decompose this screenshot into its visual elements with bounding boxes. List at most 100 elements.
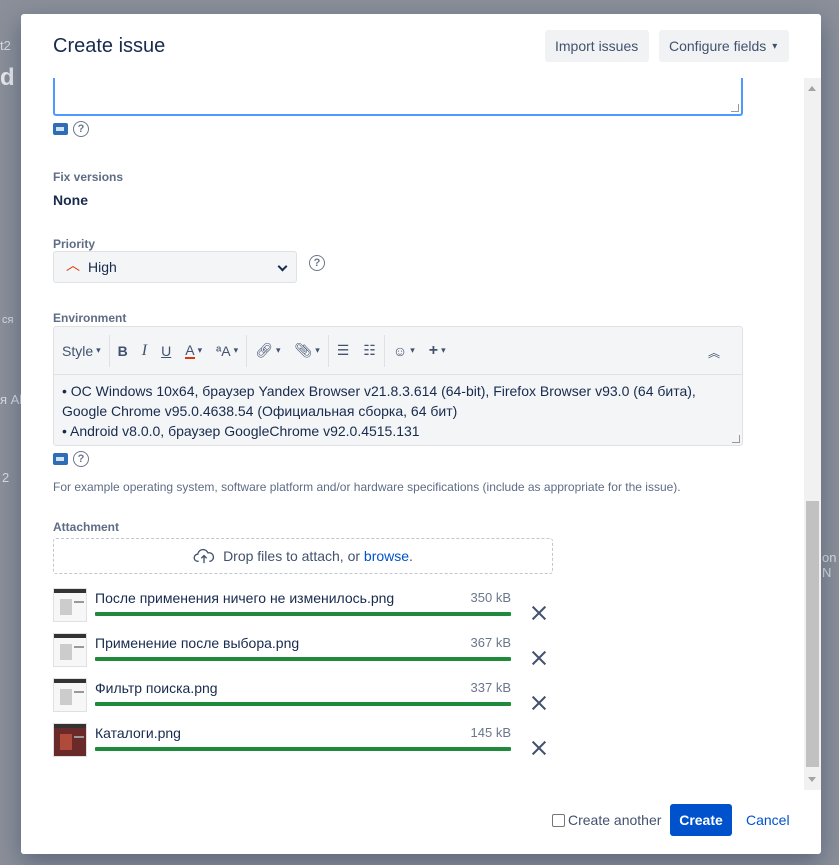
attachment-thumbnail[interactable]	[53, 678, 87, 712]
configure-fields-label: Configure fields	[669, 38, 767, 54]
scroll-up-icon[interactable]	[808, 86, 816, 91]
more-formatting-icon: ªA	[216, 342, 231, 359]
attachment-size: 350 kB	[470, 590, 511, 605]
cloud-upload-icon	[193, 548, 215, 564]
close-icon[interactable]	[531, 695, 547, 711]
background-fragment: on N	[822, 550, 837, 580]
attachment-name[interactable]: Фильтр поиска.png	[95, 680, 218, 696]
insert-more-button[interactable]: + ▾	[429, 342, 446, 360]
scroll-down-icon[interactable]	[808, 777, 816, 782]
collapse-toolbar-icon[interactable]: ︽	[708, 344, 720, 361]
upload-progress-bar	[95, 702, 511, 706]
plus-icon: +	[428, 341, 439, 359]
chevron-down-icon: ▾	[441, 345, 446, 355]
import-issues-label: Import issues	[555, 38, 639, 54]
bold-button[interactable]: B	[118, 343, 128, 359]
style-dropdown[interactable]: Style ▾	[62, 343, 101, 359]
chevron-down-icon: ▾	[315, 345, 320, 355]
text-color-icon: A	[185, 341, 195, 359]
attachment-item: Фильтр поиска.png 337 kB	[53, 678, 553, 716]
create-button[interactable]: Create	[670, 804, 732, 836]
upload-progress-bar	[95, 747, 511, 751]
chevron-up-icon: ︿	[66, 257, 80, 273]
attachment-name[interactable]: После применения ничего не изменилось.pn…	[95, 590, 394, 606]
numbered-list-button[interactable]: ☷	[363, 342, 376, 359]
background-fragment: d	[0, 64, 15, 91]
attachment-size: 337 kB	[470, 680, 511, 695]
underline-button[interactable]: U	[161, 343, 171, 359]
background-fragment: я Al	[0, 392, 23, 407]
attachment-thumbnail[interactable]	[53, 588, 87, 622]
close-icon[interactable]	[531, 605, 547, 621]
toolbar-list-group: ☰ ☷	[329, 334, 385, 367]
attachment-button[interactable]: 📎︎ ▾	[294, 342, 319, 359]
help-icon[interactable]: ?	[309, 255, 325, 271]
fix-versions-label: Fix versions	[53, 170, 124, 184]
scrollbar-thumb[interactable]	[806, 501, 819, 767]
background-fragment: t2	[0, 38, 11, 53]
chevron-down-icon	[277, 261, 288, 272]
more-formatting-button[interactable]: ªA ▾	[216, 343, 238, 359]
resize-handle-icon[interactable]	[731, 104, 739, 112]
create-another-label: Create another	[568, 812, 662, 828]
attachment-item: Применение после выбора.png 367 kB	[53, 633, 553, 671]
style-label: Style	[62, 342, 94, 359]
dialog-footer: Create another Create Cancel	[21, 790, 821, 854]
upload-progress-bar	[95, 657, 511, 661]
environment-helpers: ?	[53, 451, 89, 467]
description-textarea[interactable]	[53, 78, 743, 116]
environment-content[interactable]: • ОС Windows 10x64, браузер Yandex Brows…	[62, 381, 734, 441]
attachment-thumbnail[interactable]	[53, 723, 87, 757]
attachment-name[interactable]: Применение после выбора.png	[95, 635, 299, 651]
description-helpers: ?	[53, 121, 89, 137]
environment-help-text: For example operating system, software p…	[53, 480, 681, 494]
dialog-title: Create issue	[53, 35, 166, 57]
chevron-down-icon: ▾	[772, 40, 778, 52]
paperclip-icon: 📎︎	[294, 342, 313, 358]
upload-progress-bar	[95, 612, 511, 616]
italic-button[interactable]: I	[142, 342, 147, 360]
link-button[interactable]: 🔗︎ ▾	[255, 342, 280, 359]
help-icon[interactable]: ?	[73, 121, 89, 137]
import-issues-button[interactable]: Import issues	[545, 30, 649, 62]
help-icon[interactable]: ?	[73, 451, 89, 467]
cancel-button[interactable]: Cancel	[746, 812, 790, 828]
text-color-button[interactable]: A ▾	[185, 343, 202, 359]
background-fragment: 2	[2, 470, 10, 485]
resize-handle-icon[interactable]	[732, 435, 740, 443]
link-icon: 🔗︎	[255, 342, 273, 358]
dropzone-suffix: .	[409, 548, 413, 564]
wiki-style-icon[interactable]	[53, 453, 68, 465]
emoji-icon: ☺	[392, 342, 408, 359]
browse-link[interactable]: browse	[364, 548, 409, 564]
dropzone-prompt: Drop files to attach, or	[223, 548, 364, 564]
attachment-thumbnail[interactable]	[53, 633, 87, 667]
attachment-size: 367 kB	[470, 635, 511, 650]
environment-editor[interactable]: Style ▾ B I U A ▾ ªA ▾ 🔗︎ ▾ 📎︎ ▾ ☰ ☷ ☺ ▾…	[53, 326, 743, 446]
attachment-dropzone[interactable]: Drop files to attach, or browse.	[53, 538, 553, 574]
close-icon[interactable]	[531, 740, 547, 756]
environment-line: • Android v8.0.0, браузер GoogleChrome v…	[62, 423, 420, 439]
create-another-checkbox[interactable]: Create another	[552, 812, 661, 828]
priority-select[interactable]: ︿ High	[53, 251, 297, 283]
chevron-down-icon: ▾	[410, 345, 415, 355]
fix-versions-value: None	[53, 192, 88, 208]
bullet-list-button[interactable]: ☰	[337, 342, 350, 359]
configure-fields-button[interactable]: Configure fields ▾	[659, 30, 789, 62]
toolbar-style-group: Style ▾	[54, 334, 110, 367]
emoji-button[interactable]: ☺ ▾	[393, 343, 415, 359]
chevron-down-icon: ▾	[275, 345, 281, 355]
close-icon[interactable]	[531, 650, 547, 666]
toolbar-extra-group: ☺ ▾ + ▾	[385, 335, 454, 367]
wiki-style-icon[interactable]	[53, 123, 68, 135]
bullet-list-icon: ☰	[336, 342, 350, 358]
chevron-down-icon: ▾	[197, 345, 203, 355]
dialog-scrollbar[interactable]	[804, 78, 821, 790]
attachment-name[interactable]: Каталоги.png	[95, 725, 181, 741]
environment-line: • ОС Windows 10x64, браузер Yandex Brows…	[62, 383, 696, 419]
attachment-item: Каталоги.png 145 kB	[53, 723, 553, 761]
toolbar-insert-group: 🔗︎ ▾ 📎︎ ▾	[247, 334, 329, 367]
attachment-label: Attachment	[53, 520, 120, 534]
checkbox[interactable]	[552, 813, 565, 827]
numbered-list-icon: ☷	[363, 342, 376, 358]
